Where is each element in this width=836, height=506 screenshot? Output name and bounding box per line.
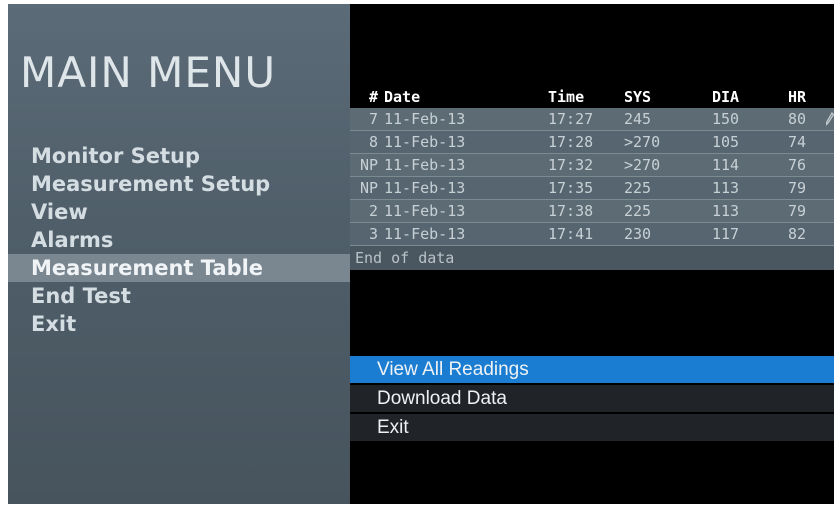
cell-number: 8: [368, 133, 378, 151]
cell-sys: 245: [624, 110, 652, 128]
header-date: Date: [384, 88, 421, 106]
header-sys: SYS: [624, 88, 652, 106]
monitor-screen: MAIN MENU Monitor Setup Measurement Setu…: [8, 4, 834, 504]
table-row[interactable]: NP 11-Feb-13 17:35 225 113 79: [350, 177, 834, 200]
menu-item-end-test[interactable]: End Test: [8, 282, 350, 310]
cell-time: 17:27: [548, 110, 594, 128]
download-data-button[interactable]: Download Data: [350, 385, 834, 414]
cell-dia: 117: [712, 225, 740, 243]
cell-date: 11-Feb-13: [384, 110, 466, 128]
cell-number: NP: [359, 179, 378, 197]
cell-date: 11-Feb-13: [384, 225, 466, 243]
view-all-readings-button[interactable]: View All Readings: [350, 356, 834, 385]
action-menu: View All Readings Download Data Exit: [350, 356, 834, 443]
cell-date: 11-Feb-13: [384, 156, 466, 174]
cell-time: 17:28: [548, 133, 594, 151]
cell-time: 17:35: [548, 179, 594, 197]
table-row[interactable]: 2 11-Feb-13 17:38 225 113 79: [350, 200, 834, 223]
table-body: 7 11-Feb-13 17:27 245 150 80 8 11-Feb-13…: [350, 108, 834, 246]
menu-item-monitor-setup[interactable]: Monitor Setup: [8, 142, 350, 170]
measurement-table: # Date Time SYS DIA HR 7 11-Feb-13 17:27…: [350, 86, 834, 270]
cell-number: 7: [368, 110, 378, 128]
cell-number: 3: [368, 225, 378, 243]
end-of-data-row: End of data: [350, 246, 834, 270]
cell-time: 17:32: [548, 156, 594, 174]
cell-dia: 113: [712, 202, 740, 220]
cell-hr: 80: [788, 110, 807, 128]
header-number: #: [368, 88, 378, 106]
cell-sys: 225: [624, 202, 652, 220]
cell-date: 11-Feb-13: [384, 202, 466, 220]
main-menu-list: Monitor Setup Measurement Setup View Ala…: [8, 142, 350, 338]
table-header: # Date Time SYS DIA HR: [350, 86, 834, 108]
cell-hr: 74: [788, 133, 807, 151]
cell-time: 17:38: [548, 202, 594, 220]
cell-date: 11-Feb-13: [384, 133, 466, 151]
menu-item-exit[interactable]: Exit: [8, 310, 350, 338]
menu-item-measurement-setup[interactable]: Measurement Setup: [8, 170, 350, 198]
cell-number: NP: [359, 156, 378, 174]
table-row[interactable]: NP 11-Feb-13 17:32 >270 114 76: [350, 154, 834, 177]
header-time: Time: [548, 88, 585, 106]
main-menu-title: MAIN MENU: [20, 48, 277, 97]
table-row[interactable]: 3 11-Feb-13 17:41 230 117 82: [350, 223, 834, 246]
cell-dia: 113: [712, 179, 740, 197]
pencil-icon[interactable]: [826, 112, 834, 126]
table-row[interactable]: 8 11-Feb-13 17:28 >270 105 74: [350, 131, 834, 154]
end-of-data-text: End of data: [355, 249, 455, 267]
cell-number: 2: [368, 202, 378, 220]
cell-dia: 114: [712, 156, 740, 174]
header-hr: HR: [788, 88, 807, 106]
cell-dia: 105: [712, 133, 740, 151]
cell-dia: 150: [712, 110, 740, 128]
cell-time: 17:41: [548, 225, 594, 243]
menu-item-alarms[interactable]: Alarms: [8, 226, 350, 254]
cell-hr: 79: [788, 202, 807, 220]
menu-item-measurement-table[interactable]: Measurement Table: [8, 254, 350, 282]
header-dia: DIA: [712, 88, 740, 106]
cell-date: 11-Feb-13: [384, 179, 466, 197]
exit-button[interactable]: Exit: [350, 414, 834, 443]
cell-sys: >270: [624, 156, 661, 174]
cell-sys: 225: [624, 179, 652, 197]
cell-hr: 76: [788, 156, 807, 174]
cell-hr: 79: [788, 179, 807, 197]
cell-sys: 230: [624, 225, 652, 243]
table-row[interactable]: 7 11-Feb-13 17:27 245 150 80: [350, 108, 834, 131]
cell-hr: 82: [788, 225, 807, 243]
menu-item-view[interactable]: View: [8, 198, 350, 226]
main-menu-panel: MAIN MENU Monitor Setup Measurement Setu…: [8, 4, 350, 504]
cell-sys: >270: [624, 133, 661, 151]
